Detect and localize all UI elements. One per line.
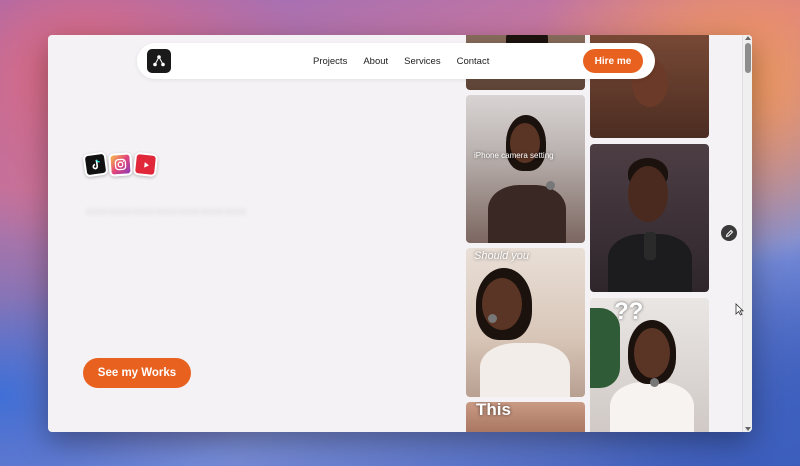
gallery-thumb-question[interactable]: ?? (590, 298, 709, 432)
scroll-down-arrow-icon[interactable] (745, 427, 751, 431)
nav-link-projects[interactable]: Projects (313, 56, 347, 67)
mouse-cursor-icon (735, 303, 744, 316)
thumb-caption: ?? (614, 298, 644, 325)
pencil-icon (725, 229, 733, 237)
gallery-thumb-iphone[interactable]: iPhone camera setting (466, 95, 585, 243)
gallery-thumb-mic[interactable] (590, 144, 709, 292)
nav-link-services[interactable]: Services (404, 56, 440, 67)
hero-heading-faded: ▬▬▬▬▬▬▬ (86, 195, 247, 220)
top-navbar: Projects About Services Contact Hire me (137, 43, 655, 79)
tiktok-icon[interactable] (82, 151, 109, 178)
thumb-caption: Should you (474, 250, 530, 262)
thumb-caption: iPhone camera setting (474, 151, 554, 160)
browser-window: Projects About Services Contact Hire me … (48, 35, 752, 432)
vertical-scrollbar[interactable] (742, 35, 752, 432)
see-my-works-button[interactable]: See my Works (83, 358, 191, 388)
nav-link-contact[interactable]: Contact (457, 56, 490, 67)
scroll-up-arrow-icon[interactable] (745, 36, 751, 40)
edit-pencil-button[interactable] (721, 225, 737, 241)
gallery-thumb-this[interactable]: This (466, 402, 585, 432)
instagram-icon[interactable] (108, 152, 133, 177)
thumb-caption: This (476, 402, 511, 419)
nav-link-about[interactable]: About (363, 56, 388, 67)
triangle-dots-icon (153, 55, 165, 67)
gallery-thumb-should[interactable]: Should you (466, 248, 585, 397)
hire-me-button[interactable]: Hire me (583, 49, 643, 73)
nav-links: Projects About Services Contact (313, 43, 489, 79)
social-icons (82, 151, 159, 178)
youtube-icon[interactable] (132, 151, 159, 178)
brand-logo[interactable] (147, 49, 171, 73)
scroll-thumb[interactable] (745, 43, 751, 73)
